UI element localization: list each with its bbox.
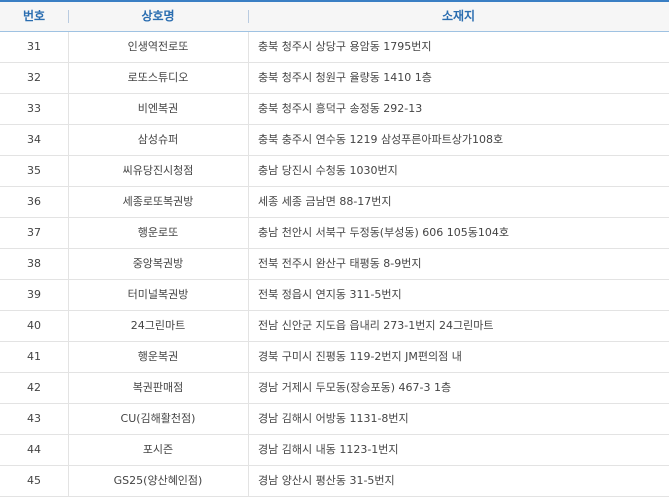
row-store-name: 중앙복권방: [132, 257, 184, 270]
header-location: 소재지: [441, 9, 476, 23]
row-location: 전남 신안군 지도읍 읍내리 273-1번지 24그린마트: [258, 319, 494, 332]
row-store-name: 복권판매점: [132, 381, 184, 394]
row-store-name: 24그린마트: [130, 319, 186, 332]
row-location: 충북 청주시 청원구 율량동 1410 1층: [258, 71, 432, 84]
table-row: 34 삼성슈퍼 충북 충주시 연수동 1219 삼성푸른아파트상가108호: [0, 125, 669, 156]
table-row: 31 인생역전로또 충북 청주시 상당구 용암동 1795번지: [0, 32, 669, 63]
table-row: 43 CU(김해활천점) 경남 김해시 어방동 1131-8번지: [0, 404, 669, 435]
row-number: 40: [27, 319, 41, 332]
row-number: 43: [27, 412, 41, 425]
row-location: 충남 천안시 서북구 두정동(부성동) 606 105동104호: [258, 226, 509, 239]
table-row: 44 포시즌 경남 김해시 내동 1123-1번지: [0, 435, 669, 466]
row-store-name: 세종로또복권방: [122, 195, 194, 208]
table-row: 38 중앙복권방 전북 전주시 완산구 태평동 8-9번지: [0, 249, 669, 280]
row-store-name: 포시즌: [142, 443, 174, 456]
table-header: 번호 상호명 소재지: [0, 0, 669, 32]
row-store-name: 로또스튜디오: [127, 71, 189, 84]
row-number: 38: [27, 257, 41, 270]
row-store-name: 터미널복권방: [127, 288, 189, 301]
row-number: 35: [27, 164, 41, 177]
header-number: 번호: [22, 9, 46, 23]
row-store-name: 인생역전로또: [127, 40, 189, 53]
row-location: 경남 양산시 평산동 31-5번지: [258, 474, 395, 487]
store-table: 번호 상호명 소재지 31 인생역전로또 충북 청주시 상당구 용암동 1795번지…: [0, 0, 669, 500]
table-row: 42 복권판매점 경남 거제시 두모동(장승포동) 467-3 1층: [0, 373, 669, 404]
row-number: 34: [27, 133, 41, 146]
row-location: 경남 김해시 내동 1123-1번지: [258, 443, 399, 456]
row-number: 45: [27, 474, 41, 487]
header-name: 상호명: [141, 9, 175, 23]
row-store-name: 비엔복권: [137, 102, 179, 115]
row-location: 경북 구미시 진평동 119-2번지 JM편의점 내: [258, 350, 462, 363]
row-store-name: 씨유당진시청점: [122, 164, 194, 177]
row-location: 충남 당진시 수청동 1030번지: [258, 164, 398, 177]
table-row: 33 비엔복권 충북 청주시 흥덕구 송정동 292-13: [0, 94, 669, 125]
row-number: 44: [27, 443, 41, 456]
row-store-name: 행운로또: [137, 226, 179, 239]
row-store-name: CU(김해활천점): [120, 412, 196, 425]
row-location: 경남 거제시 두모동(장승포동) 467-3 1층: [258, 381, 452, 394]
table-row: 37 행운로또 충남 천안시 서북구 두정동(부성동) 606 105동104호: [0, 218, 669, 249]
row-store-name: 행운복권: [137, 350, 179, 363]
row-location: 충북 청주시 흥덕구 송정동 292-13: [258, 102, 423, 115]
table-row: 32 로또스튜디오 충북 청주시 청원구 율량동 1410 1층: [0, 63, 669, 94]
row-location: 경남 김해시 어방동 1131-8번지: [258, 412, 409, 425]
row-location: 전북 전주시 완산구 태평동 8-9번지: [258, 257, 422, 270]
table-row: 39 터미널복권방 전북 정읍시 연지동 311-5번지: [0, 280, 669, 311]
table-row: 45 GS25(양산혜인점) 경남 양산시 평산동 31-5번지: [0, 466, 669, 497]
table-row: 41 행운복권 경북 구미시 진평동 119-2번지 JM편의점 내: [0, 342, 669, 373]
row-number: 33: [27, 102, 41, 115]
table-row: 36 세종로또복권방 세종 세종 금남면 88-17번지: [0, 187, 669, 218]
row-number: 41: [27, 350, 41, 363]
row-number: 39: [27, 288, 41, 301]
table-body: 31 인생역전로또 충북 청주시 상당구 용암동 1795번지 32 로또스튜디오 충북 …: [0, 32, 669, 497]
row-number: 32: [27, 71, 41, 84]
table-row: 35 씨유당진시청점 충남 당진시 수청동 1030번지: [0, 156, 669, 187]
row-location: 충북 충주시 연수동 1219 삼성푸른아파트상가108호: [258, 133, 504, 146]
row-number: 42: [27, 381, 41, 394]
row-store-name: 삼성슈퍼: [137, 133, 179, 146]
row-number: 31: [27, 40, 41, 53]
row-location: 충북 청주시 상당구 용암동 1795번지: [258, 40, 432, 53]
row-store-name: GS25(양산혜인점): [113, 474, 203, 487]
row-number: 36: [27, 195, 41, 208]
row-location: 세종 세종 금남면 88-17번지: [258, 195, 392, 208]
table-row: 40 24그린마트 전남 신안군 지도읍 읍내리 273-1번지 24그린마트: [0, 311, 669, 342]
row-number: 37: [27, 226, 41, 239]
row-location: 전북 정읍시 연지동 311-5번지: [258, 288, 402, 301]
